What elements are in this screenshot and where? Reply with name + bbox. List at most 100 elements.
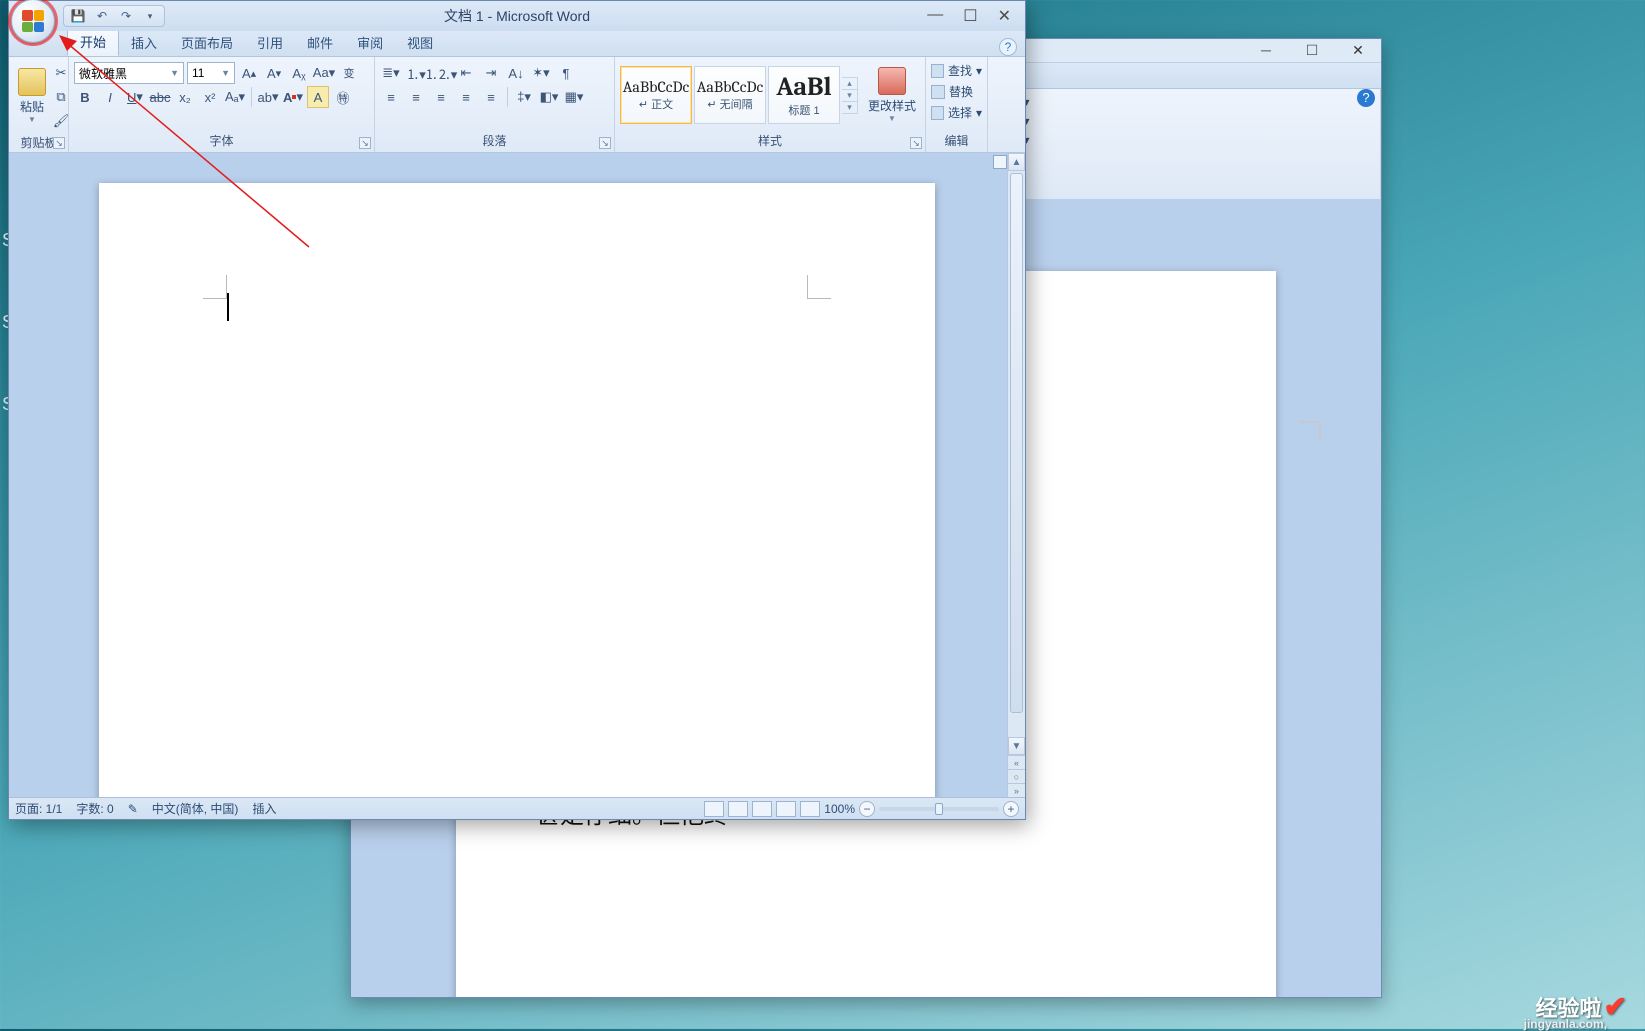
prev-page-icon[interactable]: «	[1008, 755, 1025, 769]
text-effects-button[interactable]: Aₐ▾	[224, 86, 246, 108]
dec-indent-button[interactable]: ⇤	[455, 62, 477, 84]
font-size-combo[interactable]: 11▼	[187, 62, 235, 84]
change-styles-button[interactable]: 更改样式 ▼	[864, 65, 920, 125]
asian-layout-button[interactable]: ✶▾	[530, 62, 552, 84]
show-marks-button[interactable]: ¶	[555, 62, 577, 84]
style-no-spacing[interactable]: AaBbCcDc ↵ 无间隔	[694, 66, 766, 124]
front-minimize-button[interactable]: —	[927, 6, 943, 26]
ruler-toggle[interactable]	[993, 155, 1007, 169]
numbering-button[interactable]: ⒈▾	[405, 62, 427, 84]
superscript-button[interactable]: x²	[199, 86, 221, 108]
view-fullscreen-icon[interactable]	[728, 801, 748, 817]
clipboard-dialog-launcher[interactable]: ↘	[53, 137, 65, 149]
qat-undo-icon[interactable]: ↶	[94, 8, 110, 24]
highlight-button[interactable]: ab▾	[257, 86, 279, 108]
front-document-area[interactable]	[9, 153, 1025, 797]
front-maximize-button[interactable]: ☐	[963, 6, 977, 26]
scroll-thumb[interactable]	[1010, 173, 1023, 713]
borders-button[interactable]: ▦▾	[563, 86, 585, 108]
align-button[interactable]: 对齐 ▾	[978, 93, 1375, 110]
zoom-out-icon[interactable]: −	[859, 801, 875, 817]
foreground-word-window: 💾 ↶ ↷ ▾ 文档 1 - Microsoft Word — ☐ ✕ 开始 插…	[8, 0, 1026, 820]
styles-dialog-launcher[interactable]: ↘	[910, 137, 922, 149]
front-close-button[interactable]: ✕	[998, 6, 1011, 26]
group-button[interactable]: 组合 ▾	[978, 112, 1375, 129]
zoom-in-icon[interactable]: +	[1003, 801, 1019, 817]
zoom-slider[interactable]	[879, 807, 999, 811]
gallery-down-icon[interactable]: ▾	[842, 90, 857, 102]
front-page[interactable]	[99, 183, 935, 797]
shading-button[interactable]: ◧▾	[538, 86, 560, 108]
tab-insert[interactable]: 插入	[119, 29, 169, 56]
align-left-button[interactable]: ≡	[380, 86, 402, 108]
underline-button[interactable]: U▾	[124, 86, 146, 108]
italic-button[interactable]: I	[99, 86, 121, 108]
gallery-more-icon[interactable]: ▾	[842, 102, 857, 113]
select-button[interactable]: 选择 ▾	[931, 102, 982, 123]
browse-object-icon[interactable]: ○	[1008, 769, 1025, 783]
clear-format-icon[interactable]: Aᵪ	[288, 62, 310, 84]
qat-save-icon[interactable]: 💾	[70, 8, 86, 24]
distributed-button[interactable]: ≡	[480, 86, 502, 108]
change-case-icon[interactable]: Aa▾	[313, 62, 335, 84]
shrink-font-icon[interactable]: A▾	[263, 62, 285, 84]
multilevel-button[interactable]: ⒈⒉▾	[430, 62, 452, 84]
ribbon-help-icon[interactable]: ?	[999, 38, 1017, 56]
view-outline-icon[interactable]	[776, 801, 796, 817]
align-right-button[interactable]: ≡	[430, 86, 452, 108]
replace-button[interactable]: 替换	[931, 81, 982, 102]
inc-indent-button[interactable]: ⇥	[480, 62, 502, 84]
line-spacing-button[interactable]: ‡▾	[513, 86, 535, 108]
grow-font-icon[interactable]: A▴	[238, 62, 260, 84]
rotate-button[interactable]: 旋转 ▾	[978, 131, 1375, 148]
tab-home[interactable]: 开始	[67, 27, 119, 56]
bullets-button[interactable]: ≣▾	[380, 62, 402, 84]
paste-button[interactable]: 粘贴 ▼	[14, 60, 50, 132]
status-page[interactable]: 页面: 1/1	[15, 800, 62, 817]
zoom-level[interactable]: 100%	[824, 802, 855, 816]
font-dialog-launcher[interactable]: ↘	[359, 137, 371, 149]
bold-button[interactable]: B	[74, 86, 96, 108]
enclose-char-button[interactable]: ㊕	[332, 86, 354, 108]
back-maximize-button[interactable]: ☐	[1289, 39, 1335, 61]
vertical-scrollbar[interactable]: ▲ ▼ « ○ »	[1007, 153, 1025, 797]
align-center-button[interactable]: ≡	[405, 86, 427, 108]
status-language[interactable]: 中文(简体, 中国)	[152, 800, 239, 817]
tab-layout[interactable]: 页面布局	[169, 29, 245, 56]
gallery-up-icon[interactable]: ▴	[842, 78, 857, 90]
qat-customize-icon[interactable]: ▾	[142, 8, 158, 24]
tab-review[interactable]: 审阅	[345, 29, 395, 56]
find-button[interactable]: 查找 ▾	[931, 60, 982, 81]
scroll-up-icon[interactable]: ▲	[1008, 153, 1025, 171]
tab-references[interactable]: 引用	[245, 29, 295, 56]
back-minimize-button[interactable]: ─	[1243, 39, 1289, 61]
paragraph-dialog-launcher[interactable]: ↘	[599, 137, 611, 149]
zoom-slider-thumb[interactable]	[935, 803, 943, 815]
char-shading-button[interactable]: A	[307, 86, 329, 108]
style-gallery[interactable]: AaBbCcDc ↵ 正文 AaBbCcDc ↵ 无间隔 AaBl 标题 1 ▴…	[620, 62, 858, 128]
status-words[interactable]: 字数: 0	[76, 800, 113, 817]
scroll-down-icon[interactable]: ▼	[1008, 737, 1025, 755]
qat-redo-icon[interactable]: ↷	[118, 8, 134, 24]
view-draft-icon[interactable]	[800, 801, 820, 817]
align-justify-button[interactable]: ≡	[455, 86, 477, 108]
subscript-button[interactable]: x₂	[174, 86, 196, 108]
status-mode[interactable]: 插入	[252, 800, 276, 817]
back-close-button[interactable]: ✕	[1335, 39, 1381, 61]
phonetic-icon[interactable]: 变	[338, 62, 360, 84]
tab-view[interactable]: 视图	[395, 29, 445, 56]
font-color-button[interactable]: A▾	[282, 86, 304, 108]
strike-button[interactable]: abc	[149, 86, 171, 108]
front-titlebar[interactable]: 💾 ↶ ↷ ▾ 文档 1 - Microsoft Word — ☐ ✕	[9, 1, 1025, 31]
view-print-layout-icon[interactable]	[704, 801, 724, 817]
status-proof-icon[interactable]: ✎	[128, 802, 138, 816]
style-gallery-nav[interactable]: ▴ ▾ ▾	[842, 77, 858, 114]
tab-mail[interactable]: 邮件	[295, 29, 345, 56]
sort-button[interactable]: A↓	[505, 62, 527, 84]
font-name-combo[interactable]: 微软雅黑▼	[74, 62, 184, 84]
office-button[interactable]	[11, 0, 55, 43]
style-normal[interactable]: AaBbCcDc ↵ 正文	[620, 66, 692, 124]
style-heading1[interactable]: AaBl 标题 1	[768, 66, 840, 124]
view-web-icon[interactable]	[752, 801, 772, 817]
next-page-icon[interactable]: »	[1008, 783, 1025, 797]
